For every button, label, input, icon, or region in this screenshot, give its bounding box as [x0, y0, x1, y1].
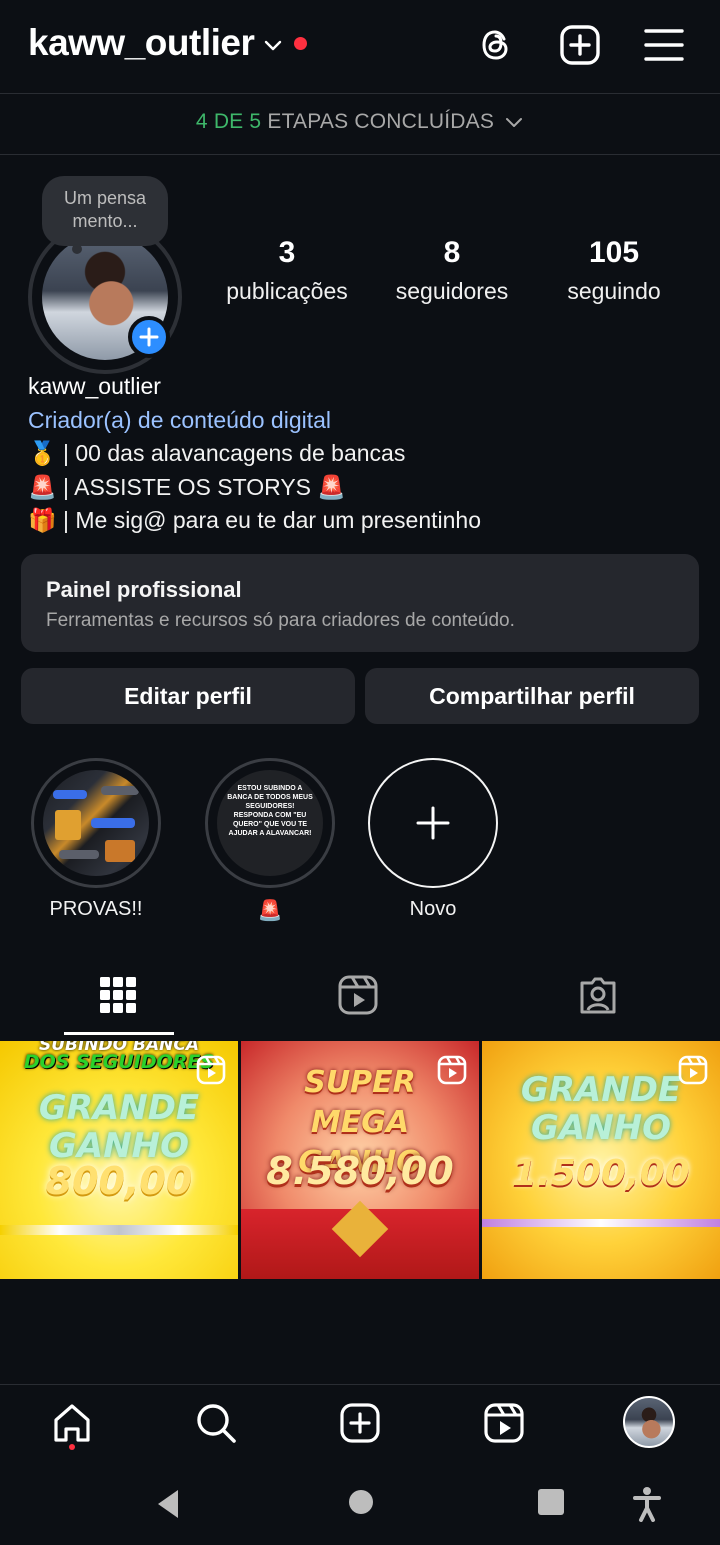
highlight-alert[interactable]: ESTOU SUBINDO A BANCA DE TODOS MEUS SEGU… — [204, 758, 336, 923]
profile-bio: kaww_outlier Criador(a) de conteúdo digi… — [28, 370, 688, 538]
system-navigation-bar — [0, 1462, 720, 1545]
notification-dot — [294, 37, 307, 50]
stat-following[interactable]: 105 seguindo — [550, 236, 678, 305]
highlight-provas[interactable]: PROVAS!! — [30, 758, 162, 921]
new-highlight-circle — [368, 758, 498, 888]
note-bubble[interactable]: Um pensa mento... — [42, 176, 168, 246]
profile-steps-banner[interactable]: 4 DE 5 ETAPAS CONCLUÍDAS — [0, 110, 720, 134]
post-thumbnail[interactable]: SUPER MEGA GANHO 8.580,00 — [241, 1041, 479, 1279]
posts-grid: SUBINDO BANCA DOS SEGUIDORES GRANDE GANH… — [0, 1041, 720, 1279]
gift-icon: 🎁 — [28, 507, 57, 533]
highlight-label: Novo — [409, 898, 457, 920]
post-amount: 1.500,00 — [512, 1153, 690, 1194]
create-icon[interactable] — [338, 1401, 382, 1445]
post-amount: 8.580,00 — [266, 1149, 454, 1193]
note-bubble-tail — [72, 244, 82, 254]
tagged-icon — [580, 977, 616, 1014]
tab-posts-grid[interactable] — [0, 955, 240, 1037]
stat-followers-value: 8 — [443, 236, 461, 269]
highlight-cover-text: ESTOU SUBINDO A BANCA DE TODOS MEUS SEGU… — [217, 770, 323, 876]
active-tab-indicator — [64, 1032, 174, 1035]
home-circle-icon[interactable] — [347, 1488, 375, 1516]
highlight-ring — [31, 758, 161, 888]
share-profile-button[interactable]: Compartilhar perfil — [365, 668, 699, 724]
bio-line: 🎁 | Me sig@ para eu te dar um presentinh… — [28, 507, 482, 533]
panel-title: Painel profissional — [46, 577, 242, 602]
reels-icon[interactable] — [482, 1401, 526, 1445]
bio-line: 🚨 | ASSISTE OS STORYS 🚨 — [28, 473, 347, 500]
new-post-icon[interactable] — [559, 24, 601, 66]
stat-posts-value: 3 — [278, 236, 296, 269]
steps-text: ETAPAS CONCLUÍDAS — [267, 110, 495, 133]
highlight-label: PROVAS!! — [49, 898, 143, 920]
highlight-label: 🚨 — [257, 900, 283, 922]
stat-followers-label: seguidores — [395, 278, 509, 304]
top-bar: kaww_outlier — [0, 0, 720, 92]
medal-icon: 🥇 — [28, 440, 57, 466]
stat-following-label: seguindo — [567, 278, 661, 304]
chevron-down-icon — [506, 118, 523, 128]
tab-tagged[interactable] — [480, 955, 720, 1037]
content-tabs — [0, 955, 720, 1037]
reel-badge-icon — [196, 1055, 226, 1085]
accessibility-icon[interactable] — [632, 1486, 662, 1522]
post-amount: 800,00 — [45, 1159, 193, 1203]
steps-divider — [0, 154, 720, 155]
post-thumbnail[interactable]: SUBINDO BANCA DOS SEGUIDORES GRANDE GANH… — [0, 1041, 238, 1279]
profile-tab-avatar[interactable] — [623, 1396, 675, 1448]
back-icon[interactable] — [154, 1488, 182, 1520]
decorative-band — [482, 1219, 720, 1227]
steps-done: 4 DE 5 — [195, 110, 262, 133]
chat-screenshots-image — [53, 786, 139, 862]
bio-line: 🥇 | 00 das alavancagens de bancas — [28, 440, 406, 466]
home-activity-dot — [69, 1444, 75, 1450]
reel-badge-icon — [437, 1055, 467, 1085]
header-divider — [0, 93, 720, 94]
siren-icon: 🚨 — [317, 473, 347, 500]
new-highlight-button[interactable]: Novo — [367, 758, 499, 921]
bottom-navigation — [0, 1384, 720, 1460]
search-icon[interactable] — [194, 1401, 238, 1445]
recents-icon[interactable] — [537, 1488, 565, 1516]
reels-icon — [338, 975, 378, 1015]
plus-icon — [416, 806, 450, 840]
stat-posts-label: publicações — [226, 278, 348, 304]
highlight-cover — [43, 770, 149, 876]
panel-subtitle: Ferramentas e recursos só para criadores… — [46, 610, 515, 631]
profile-name: kaww_outlier — [28, 373, 161, 399]
chevron-down-icon[interactable] — [262, 34, 284, 56]
stat-posts: 3 publicações — [212, 236, 362, 305]
grid-icon — [100, 977, 136, 1013]
post-headline: GRANDE GANHO — [38, 1088, 200, 1166]
threads-icon[interactable] — [475, 24, 517, 66]
stat-following-value: 105 — [588, 236, 640, 269]
professional-dashboard[interactable]: Painel profissional Ferramentas e recurs… — [21, 554, 699, 652]
add-story-button[interactable] — [128, 316, 170, 358]
menu-icon[interactable] — [643, 24, 685, 66]
stat-followers[interactable]: 8 seguidores — [382, 236, 522, 305]
profile-username-switcher[interactable]: kaww_outlier — [28, 22, 255, 64]
reel-badge-icon — [678, 1055, 708, 1085]
profile-category: Criador(a) de conteúdo digital — [28, 406, 332, 433]
plus-icon — [139, 327, 159, 347]
decorative-band — [0, 1225, 238, 1235]
tab-reels[interactable] — [240, 955, 480, 1037]
home-icon[interactable] — [50, 1401, 94, 1445]
highlight-ring: ESTOU SUBINDO A BANCA DE TODOS MEUS SEGU… — [205, 758, 335, 888]
edit-profile-button[interactable]: Editar perfil — [21, 668, 355, 724]
siren-icon: 🚨 — [28, 473, 57, 500]
post-thumbnail[interactable]: GRANDE GANHO 1.500,00 — [482, 1041, 720, 1279]
